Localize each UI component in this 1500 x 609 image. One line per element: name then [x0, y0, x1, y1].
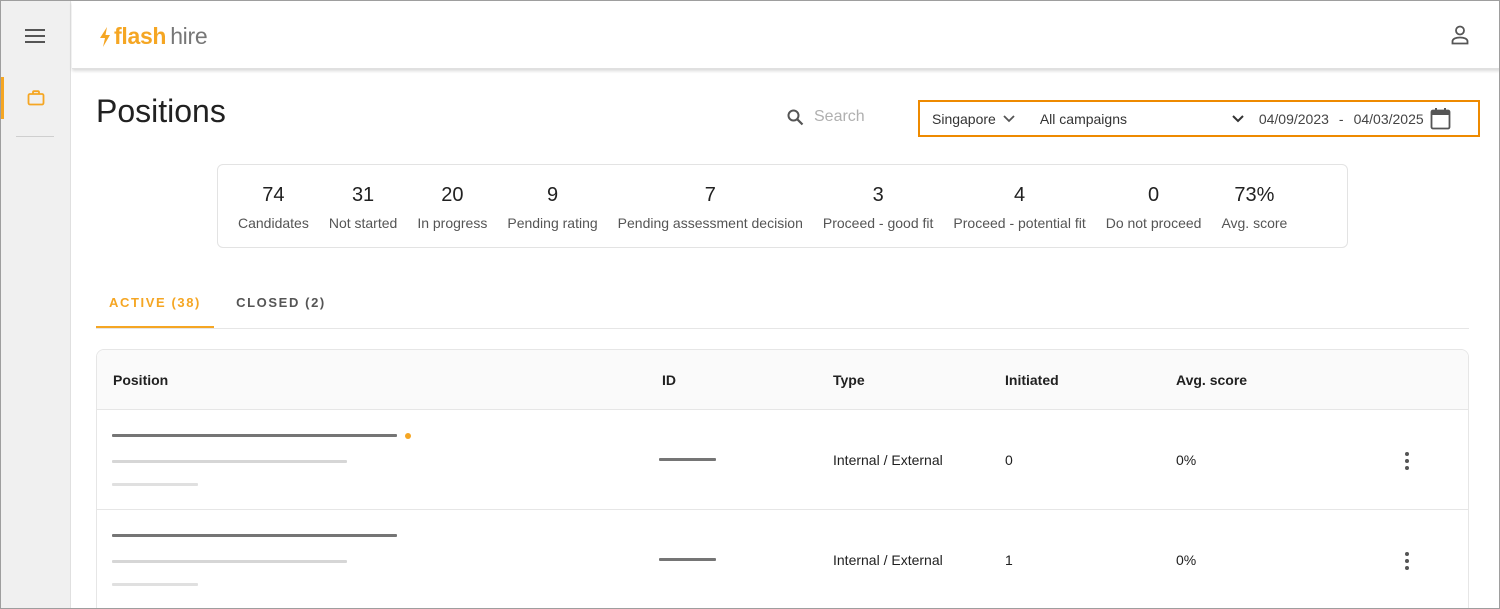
chevron-down-icon — [1232, 114, 1244, 122]
search-box[interactable] — [787, 108, 904, 126]
stat-value: 4 — [1013, 184, 1026, 206]
status-tabs: ACTIVE (38) CLOSED (2) — [96, 287, 1469, 329]
stat-label: Avg. score — [1221, 215, 1288, 231]
stat-label: Candidates — [238, 215, 309, 231]
redacted-position-meta — [112, 483, 198, 486]
chevron-down-icon — [1003, 114, 1015, 122]
nav-item-positions[interactable] — [1, 77, 71, 119]
stat-not-started: 31 Not started — [319, 181, 407, 231]
stat-do-not-proceed: 0 Do not proceed — [1096, 181, 1212, 231]
search-input[interactable] — [814, 108, 904, 126]
initiated-cell: 0 — [1005, 452, 1013, 468]
stat-value: 3 — [872, 184, 884, 206]
redacted-position-title — [112, 434, 397, 437]
top-bar: flash hire — [72, 1, 1499, 69]
redacted-position-title — [112, 534, 397, 537]
location-select[interactable]: Singapore — [932, 111, 1016, 127]
location-value: Singapore — [932, 110, 996, 127]
stat-in-progress: 20 In progress — [407, 181, 497, 231]
redacted-position-meta — [112, 583, 198, 586]
active-indicator — [1, 77, 4, 119]
stat-pending-assessment: 7 Pending assessment decision — [608, 181, 813, 231]
column-header-initiated[interactable]: Initiated — [1005, 350, 1059, 410]
redacted-position-subtitle — [112, 560, 347, 563]
logo-hire-text: hire — [170, 23, 208, 49]
avg-score-cell: 0% — [1176, 452, 1197, 468]
app-window: flash hire Positions Singapore All campa… — [0, 0, 1500, 609]
stat-value: 73% — [1234, 184, 1275, 206]
table-row[interactable]: Internal / External 0 0% — [97, 410, 1468, 510]
campaign-select[interactable]: All campaigns — [1040, 111, 1245, 127]
stat-value: 31 — [351, 184, 375, 206]
calendar-icon[interactable] — [1430, 107, 1451, 130]
account-icon[interactable] — [1451, 25, 1469, 45]
stat-value: 7 — [704, 184, 716, 206]
nav-rail — [1, 1, 71, 608]
stat-label: In progress — [417, 215, 488, 231]
page-title: Positions — [96, 93, 226, 129]
stat-candidates: 74 Candidates — [228, 181, 319, 231]
redacted-id — [659, 458, 716, 461]
lightning-bolt-icon — [100, 26, 110, 47]
stat-label: Proceed - good fit — [822, 215, 934, 231]
briefcase-icon — [27, 90, 45, 106]
campaign-value: All campaigns — [1039, 110, 1127, 127]
column-header-type[interactable]: Type — [833, 350, 865, 410]
type-cell: Internal / External — [833, 552, 943, 568]
stats-summary: 74 Candidates 31 Not started 20 In progr… — [217, 164, 1348, 248]
search-icon — [787, 109, 804, 125]
more-options-icon[interactable] — [1403, 552, 1411, 570]
initiated-cell: 1 — [1005, 552, 1013, 568]
positions-table: Position ID Type Initiated Avg. score In… — [96, 349, 1469, 608]
column-header-id[interactable]: ID — [662, 350, 676, 410]
stat-good-fit: 3 Proceed - good fit — [813, 181, 944, 231]
more-options-icon[interactable] — [1403, 452, 1411, 470]
stat-avg-score: 73% Avg. score — [1211, 181, 1297, 231]
logo-flash-text: flash — [114, 23, 167, 49]
type-cell: Internal / External — [833, 452, 943, 468]
redacted-id — [659, 558, 716, 561]
stat-pending-rating: 9 Pending rating — [497, 181, 607, 231]
stat-potential-fit: 4 Proceed - potential fit — [943, 181, 1095, 231]
date-to[interactable]: 04/03/2025 — [1354, 111, 1424, 127]
app-logo[interactable]: flash hire — [98, 23, 208, 50]
stat-label: Pending assessment decision — [617, 215, 803, 231]
stat-label: Proceed - potential fit — [953, 215, 1086, 231]
stat-value: 20 — [441, 184, 464, 206]
table-row[interactable]: Internal / External 1 0% — [97, 510, 1468, 608]
filter-bar: Singapore All campaigns 04/09/2023 - 04/… — [918, 100, 1480, 137]
menu-icon[interactable] — [25, 29, 45, 45]
date-separator: - — [1338, 110, 1344, 127]
stat-value: 9 — [546, 184, 559, 206]
column-header-avg-score[interactable]: Avg. score — [1176, 350, 1247, 410]
status-dot — [405, 433, 411, 439]
stat-label: Pending rating — [507, 215, 598, 231]
rail-divider — [16, 136, 54, 137]
column-header-position[interactable]: Position — [113, 350, 168, 410]
table-header: Position ID Type Initiated Avg. score — [97, 350, 1468, 410]
avg-score-cell: 0% — [1176, 552, 1197, 568]
date-from[interactable]: 04/09/2023 — [1259, 111, 1329, 127]
tab-closed[interactable]: CLOSED (2) — [226, 287, 336, 328]
stat-value: 0 — [1148, 184, 1160, 206]
redacted-position-subtitle — [112, 460, 347, 463]
tab-active[interactable]: ACTIVE (38) — [96, 287, 214, 328]
stat-value: 74 — [262, 184, 285, 206]
stat-label: Do not proceed — [1105, 215, 1202, 231]
stat-label: Not started — [328, 215, 398, 231]
